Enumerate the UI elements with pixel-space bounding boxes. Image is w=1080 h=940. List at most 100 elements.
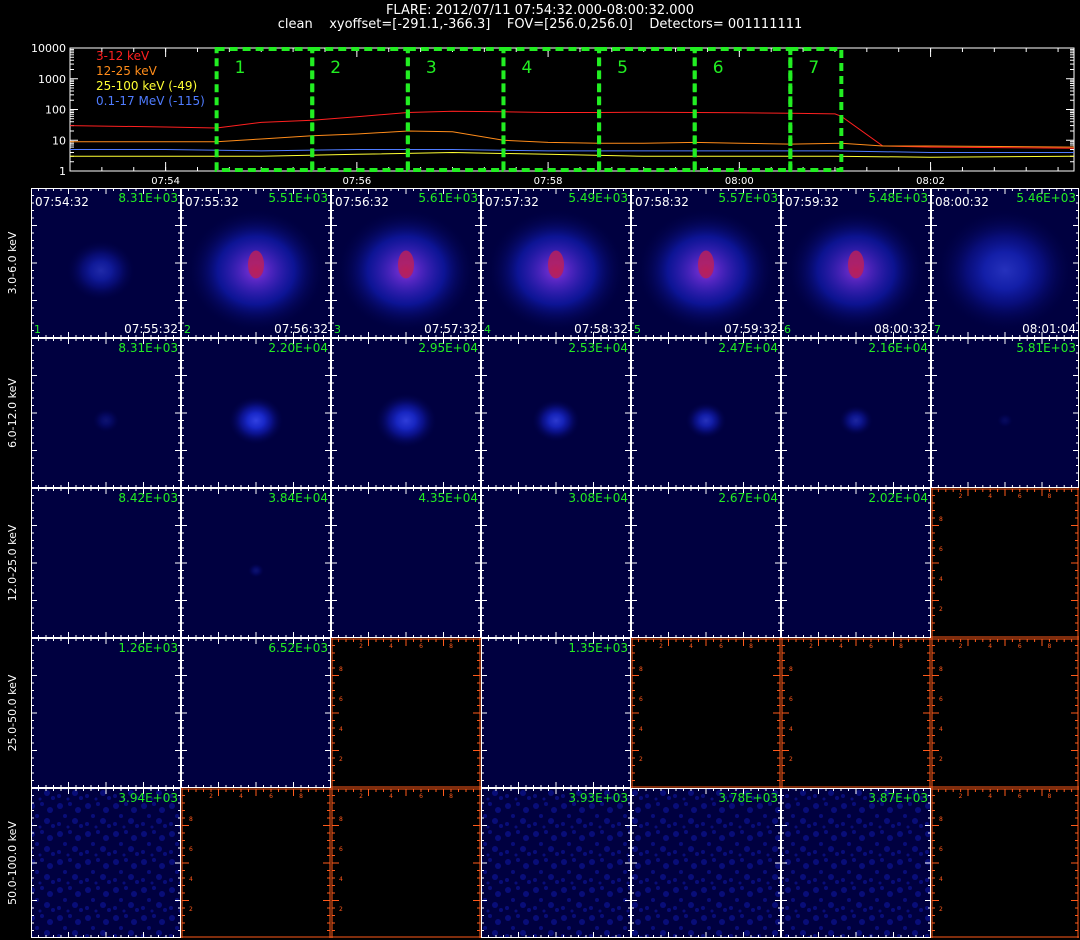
- flare-source: [838, 405, 874, 436]
- empty-panel-bg: [631, 638, 781, 788]
- image-panel: 2 2 4 4 6 6 8 8: [931, 488, 1079, 638]
- row-energy-label: 12.0-25.0 keV: [6, 524, 19, 601]
- empty-panel-bg: [781, 638, 931, 788]
- image-panel: 5.57E+03 07:58:32 07:59:32 5: [631, 188, 781, 338]
- empty-axis-tick-label: 2: [189, 906, 193, 913]
- empty-axis-tick-label: 6: [419, 793, 423, 800]
- time-interval-box: [310, 47, 410, 172]
- interval-start-time: 07:56:32: [335, 195, 389, 209]
- peak-value-label: 5.51E+03: [268, 191, 328, 205]
- image-panel: 2.95E+04: [331, 338, 481, 488]
- empty-axis-tick-label: 6: [939, 696, 943, 703]
- empty-axis-tick-label: 2: [209, 793, 213, 800]
- row-energy-label: 6.0-12.0 keV: [6, 378, 19, 448]
- interval-end-time: 08:01:04: [1022, 322, 1076, 336]
- empty-panel-bg: [331, 638, 481, 788]
- image-bg: [931, 338, 1079, 488]
- flare-source: [685, 401, 727, 440]
- interval-end-time: 08:00:32: [874, 322, 928, 336]
- empty-axis-tick-label: 2: [959, 643, 963, 650]
- y-tick-label: 10000: [31, 42, 66, 55]
- peak-value-label: 8.31E+03: [118, 341, 178, 355]
- empty-panel-bg: [931, 488, 1079, 638]
- empty-axis-tick-label: 6: [339, 696, 343, 703]
- image-grid: 3.0-6.0 keV 8.31E+03 07:54:32 07:55:32 1 5.51…: [6, 188, 1079, 938]
- x-tick-label: 08:00: [725, 176, 754, 185]
- y-tick-label: 1000: [38, 73, 66, 86]
- empty-axis-tick-label: 4: [988, 643, 992, 650]
- peak-value-label: 2.95E+04: [418, 341, 478, 355]
- image-panel: 2 2 4 4 6 6 8 8: [781, 638, 931, 788]
- interval-label: 5: [617, 58, 628, 78]
- empty-axis-tick-label: 4: [689, 643, 693, 650]
- image-bg: [181, 488, 331, 638]
- peak-value-label: 5.81E+03: [1016, 341, 1076, 355]
- interval-index-label: 3: [334, 323, 341, 336]
- flare-source: [66, 239, 136, 302]
- flare-source: [228, 395, 284, 446]
- interval-end-time: 07:59:32: [724, 322, 778, 336]
- image-panel: 2.53E+04: [481, 338, 631, 488]
- empty-axis-tick-label: 6: [269, 793, 273, 800]
- interval-label: 3: [426, 58, 437, 78]
- empty-axis-tick-label: 4: [239, 793, 243, 800]
- empty-axis-tick-label: 6: [1018, 643, 1022, 650]
- empty-axis-tick-label: 2: [939, 906, 943, 913]
- image-bg: [481, 488, 631, 638]
- empty-axis-tick-label: 4: [839, 643, 843, 650]
- image-panel: 3.84E+04: [181, 488, 331, 638]
- empty-axis-tick-label: 2: [359, 793, 363, 800]
- peak-value-label: 2.47E+04: [718, 341, 778, 355]
- empty-panel-bg: [181, 788, 331, 938]
- image-bg: [181, 638, 331, 788]
- image-panel: 2 2 4 4 6 6 8 8: [331, 638, 481, 788]
- flare-source: [92, 408, 120, 433]
- peak-value-label: 2.67E+04: [718, 491, 778, 505]
- image-panel: 8.31E+03 07:54:32 07:55:32 1: [31, 188, 181, 338]
- empty-axis-tick-label: 8: [189, 816, 193, 823]
- empty-axis-tick-label: 4: [988, 493, 992, 500]
- peak-value-label: 8.42E+03: [118, 491, 178, 505]
- empty-axis-tick-label: 8: [339, 666, 343, 673]
- empty-axis-tick-label: 2: [959, 493, 963, 500]
- empty-panel-bg: [331, 788, 481, 938]
- image-panel: 2.02E+04: [781, 488, 931, 638]
- legend-entry: 0.1-17 MeV (-115): [96, 94, 205, 108]
- image-panel: 2.67E+04: [631, 488, 781, 638]
- empty-axis-tick-label: 6: [939, 846, 943, 853]
- peak-value-label: 5.57E+03: [718, 191, 778, 205]
- lightcurve-chart: 1 10 100 1000 10000 07:54 07:56 07:58 08:00 08:02…: [31, 42, 1075, 185]
- peak-value-label: 2.53E+04: [568, 341, 628, 355]
- interval-index-label: 2: [184, 323, 191, 336]
- image-bg: [31, 788, 181, 938]
- empty-axis-tick-label: 2: [809, 643, 813, 650]
- peak-value-label: 3.78E+03: [718, 791, 778, 805]
- empty-axis-tick-label: 8: [1047, 643, 1051, 650]
- y-tick-label: 1: [59, 165, 66, 178]
- peak-value-label: 2.20E+04: [268, 341, 328, 355]
- empty-axis-tick-label: 2: [939, 606, 943, 613]
- flare-core: [698, 250, 714, 279]
- row-energy-label: 50.0-100.0 keV: [6, 821, 19, 905]
- peak-value-label: 5.48E+03: [868, 191, 928, 205]
- peak-value-label: 2.02E+04: [868, 491, 928, 505]
- legend-entry: 3-12 keV: [96, 49, 150, 63]
- empty-panel-bg: [931, 788, 1079, 938]
- empty-axis-tick-label: 2: [959, 793, 963, 800]
- image-panel: 3.78E+03: [631, 788, 781, 938]
- image-panel: 5.48E+03 07:59:32 08:00:32 6: [781, 188, 931, 338]
- empty-axis-tick-label: 8: [639, 666, 643, 673]
- image-bg: [331, 488, 481, 638]
- interval-index-label: 7: [934, 323, 941, 336]
- peak-value-label: 8.31E+03: [118, 191, 178, 205]
- image-panel: 2 2 4 4 6 6 8 8: [181, 788, 331, 938]
- peak-value-label: 4.35E+04: [418, 491, 478, 505]
- image-panel: 5.49E+03 07:57:32 07:58:32 4: [481, 188, 631, 338]
- interval-index-label: 6: [784, 323, 791, 336]
- empty-axis-tick-label: 2: [339, 906, 343, 913]
- image-panel: 4.35E+04: [331, 488, 481, 638]
- interval-end-time: 07:55:32: [124, 322, 178, 336]
- time-interval-box: [405, 47, 506, 172]
- interval-start-time: 07:58:32: [635, 195, 689, 209]
- empty-axis-tick-label: 8: [749, 643, 753, 650]
